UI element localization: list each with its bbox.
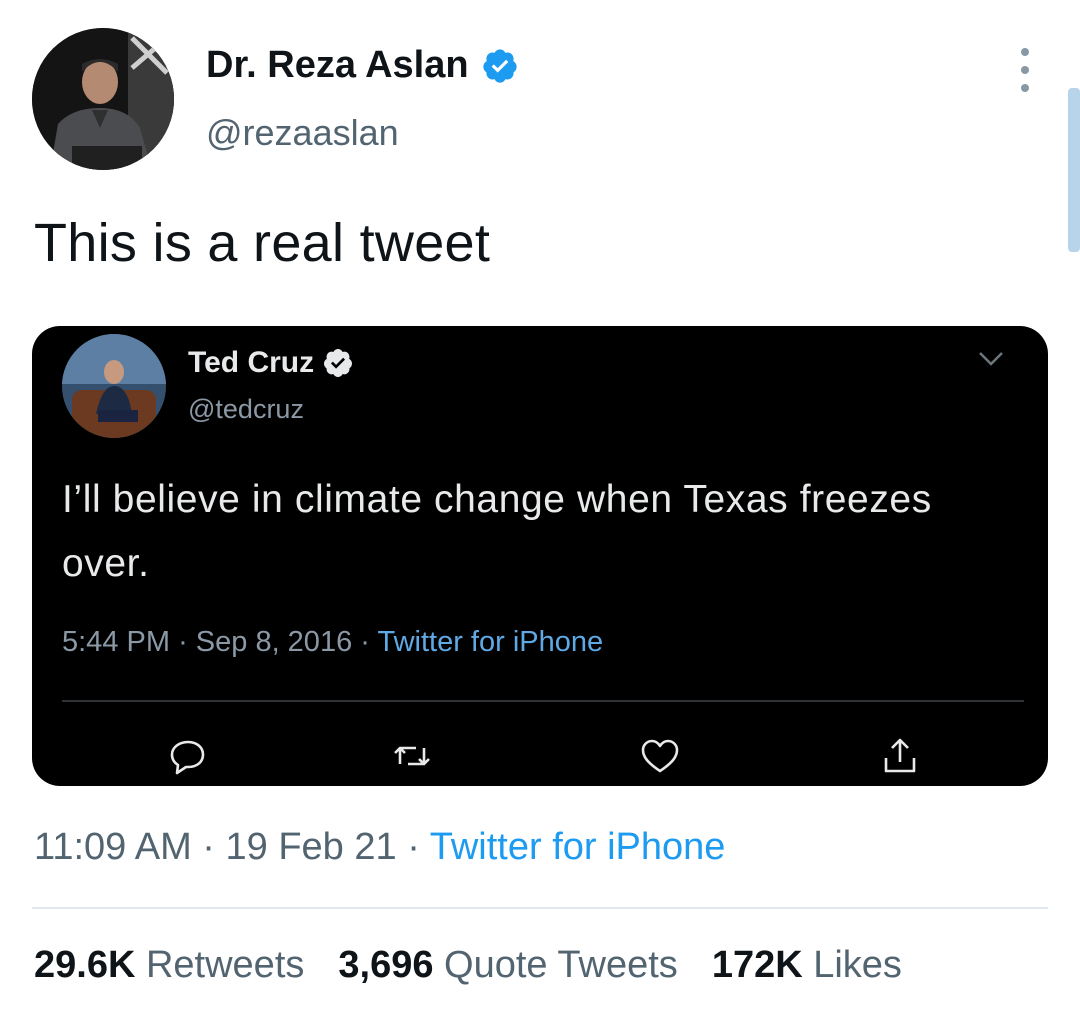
embedded-display-name-row: Ted Cruz	[188, 346, 354, 380]
quote-tweets-label: Quote Tweets	[444, 944, 678, 986]
embedded-tweet-text: I’ll believe in climate change when Texa…	[62, 478, 932, 585]
verified-badge-icon	[324, 349, 353, 377]
author-photo	[32, 28, 174, 170]
embedded-tweet-image[interactable]: Ted Cruz @tedcruz I’ll believe in climat…	[32, 326, 1048, 786]
likes-count: 172K	[711, 944, 803, 986]
embedded-handle: @tedcruz	[188, 394, 304, 424]
author-display-name-row[interactable]: Dr. Reza Aslan	[206, 44, 519, 87]
embedded-author-photo	[62, 334, 166, 438]
likes-label: Likes	[813, 944, 902, 986]
embedded-tweet-meta: 5:44 PM · Sep 8, 2016 · Twitter for iPho…	[62, 626, 603, 659]
author-handle[interactable]: @rezaaslan	[206, 112, 399, 154]
tweet-date: 19 Feb 21	[225, 826, 397, 868]
embedded-display-name: Ted Cruz	[188, 346, 315, 379]
share-icon	[884, 738, 916, 773]
embedded-tweet-time: 5:44 PM	[62, 626, 170, 658]
retweet-icon	[394, 746, 430, 766]
tweet-source-link[interactable]: Twitter for iPhone	[430, 826, 726, 868]
divider	[32, 907, 1048, 909]
tweet-stats: 29.6K Retweets 3,696 Quote Tweets 172K L…	[34, 944, 902, 987]
author-display-name[interactable]: Dr. Reza Aslan	[206, 44, 469, 87]
like-icon	[641, 739, 679, 773]
scrollbar[interactable]	[1068, 88, 1080, 252]
meta-separator: ·	[202, 826, 226, 868]
meta-separator: ·	[360, 626, 378, 658]
meta-separator: ·	[178, 626, 196, 658]
likes-stat[interactable]: 172K Likes	[712, 944, 902, 987]
tweet-meta: 11:09 AM · 19 Feb 21 · Twitter for iPhon…	[34, 826, 725, 869]
reply-icon	[170, 740, 205, 775]
retweets-count: 29.6K	[34, 944, 136, 986]
quote-tweets-stat[interactable]: 3,696 Quote Tweets	[338, 944, 677, 987]
embedded-tweet-source: Twitter for iPhone	[377, 626, 604, 658]
retweets-stat[interactable]: 29.6K Retweets	[34, 944, 304, 987]
chevron-down-icon	[979, 352, 1003, 366]
retweets-label: Retweets	[145, 944, 305, 986]
quote-tweets-count: 3,696	[338, 944, 434, 986]
embedded-action-bar	[32, 726, 1048, 786]
embedded-tweet-date: Sep 8, 2016	[195, 626, 353, 658]
verified-badge-icon	[482, 48, 517, 83]
embedded-divider	[62, 700, 1024, 702]
tweet-time: 11:09 AM	[34, 826, 192, 868]
tweet-text: This is a real tweet	[34, 213, 491, 273]
embedded-author-avatar	[62, 334, 166, 438]
meta-separator: ·	[407, 826, 430, 868]
author-avatar[interactable]	[32, 28, 174, 170]
more-options-icon[interactable]	[1010, 48, 1040, 92]
